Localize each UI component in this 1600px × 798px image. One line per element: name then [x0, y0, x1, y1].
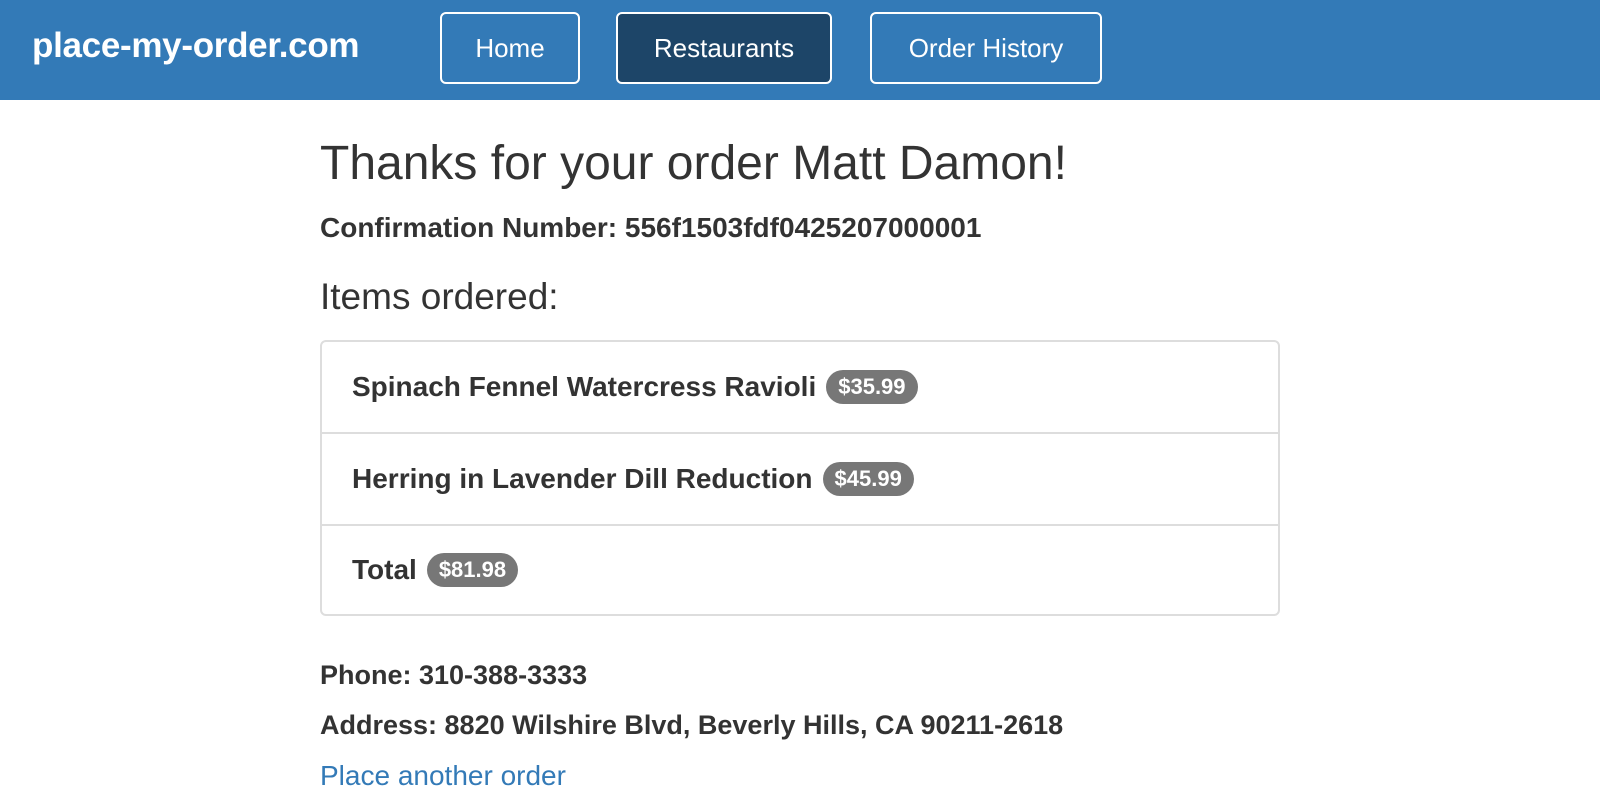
- price-badge: $45.99: [822, 462, 914, 496]
- place-another-order-link[interactable]: Place another order: [320, 760, 566, 792]
- nav-restaurants-button[interactable]: Restaurants: [616, 12, 832, 84]
- phone-text: Phone: 310-388-3333: [320, 660, 588, 690]
- page-title: Thanks for your order Matt Damon!: [320, 137, 1067, 190]
- nav-order-history-button[interactable]: Order History: [870, 12, 1102, 84]
- confirmation-number: Confirmation Number: 556f1503fdf04252070…: [320, 212, 982, 243]
- price-badge: $35.99: [826, 370, 918, 404]
- nav-home-button[interactable]: Home: [440, 12, 580, 84]
- list-item: Spinach Fennel Watercress Ravioli $35.99: [322, 342, 1278, 434]
- items-heading: Items ordered:: [320, 276, 559, 317]
- item-name: Herring in Lavender Dill Reduction: [352, 463, 813, 494]
- item-name: Spinach Fennel Watercress Ravioli: [352, 371, 817, 402]
- brand-logo[interactable]: place-my-order.com: [32, 26, 360, 66]
- total-price-badge: $81.98: [426, 553, 519, 587]
- total-row: Total $81.98: [322, 526, 1278, 614]
- address-text: Address: 8820 Wilshire Blvd, Beverly Hil…: [320, 710, 1064, 740]
- list-item: Herring in Lavender Dill Reduction $45.9…: [322, 434, 1278, 526]
- total-label: Total: [352, 554, 417, 585]
- items-list: Spinach Fennel Watercress Ravioli $35.99…: [320, 340, 1280, 616]
- navbar: place-my-order.com Home Restaurants Orde…: [0, 0, 1600, 100]
